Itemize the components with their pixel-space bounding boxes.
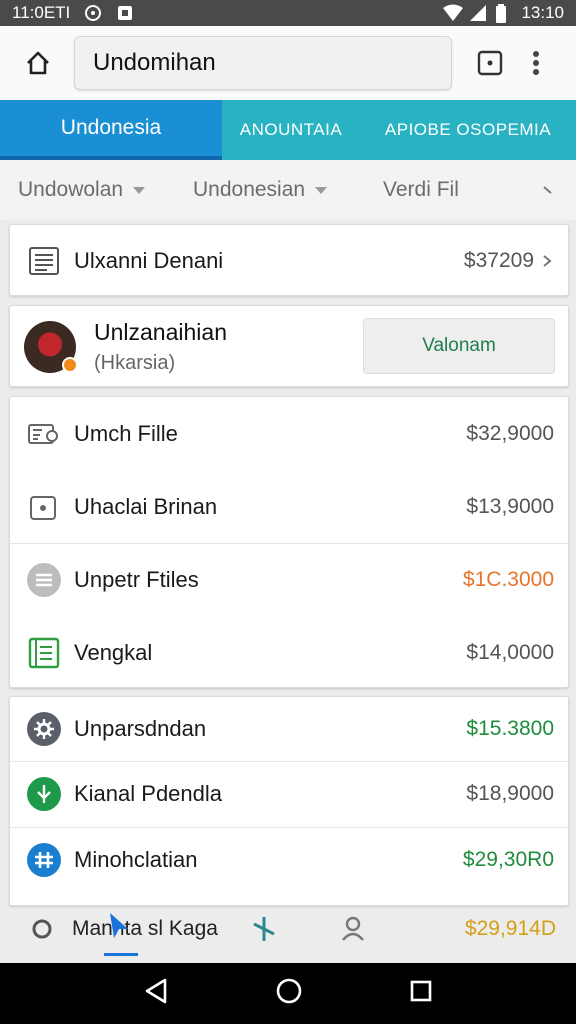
profile-name: Unlzanaihian [94, 319, 227, 345]
battery-icon [495, 4, 513, 23]
profile-card: Unlzanaihian (Hkarsia) Valonam [9, 305, 569, 387]
bottom-nav: Manhta sl Kaga $29,914D [0, 895, 576, 963]
back-icon [145, 978, 167, 1004]
system-nav-bar [0, 963, 576, 1024]
item-amount: $29,30R0 [462, 848, 554, 871]
recents-icon [410, 980, 432, 1002]
more-vertical-icon [533, 51, 539, 75]
stack-icon [26, 562, 62, 598]
status-bar: 11:0ETI 13:10 [0, 0, 576, 26]
item-amount: $18,9000 [466, 782, 554, 805]
url-text: Undomihan [93, 49, 216, 76]
clock: 13:10 [521, 3, 564, 22]
profile-action-button[interactable]: Valonam [363, 318, 555, 374]
filter-label: Undowolan [18, 178, 124, 201]
signal-icon [469, 4, 487, 22]
notification-icon [116, 4, 134, 22]
active-indicator [104, 953, 138, 956]
item-label: Unpetr Ftiles [74, 566, 199, 592]
list-card-1: Umch Fille $32,9000 Uhaclai Brinan $13,9… [9, 396, 570, 689]
list-item[interactable]: Unpetr Ftiles $1C.3000 [10, 543, 570, 616]
filter-dropdown-1[interactable]: Undowolan [18, 178, 193, 202]
summary-row[interactable]: Ulxanni Denani $37209 [10, 225, 570, 297]
camera-icon [26, 489, 62, 525]
tab-switcher-icon [477, 50, 503, 76]
sparkle-icon [253, 917, 275, 941]
summary-amount: $37209 [463, 249, 534, 272]
back-button[interactable] [143, 977, 169, 1010]
leaf-icon [26, 776, 62, 812]
tab-bar: Undonesia ANOUNTAIA APIOBE OSOPEMIA [0, 100, 576, 160]
item-label: Vengkal [74, 639, 153, 665]
browser-toolbar: Undomihan [0, 26, 576, 100]
gear-icon [26, 711, 62, 747]
gear-icon [32, 919, 52, 939]
item-label: Unparsdndan [74, 716, 207, 741]
home-button[interactable] [18, 43, 58, 83]
item-label: Minohclatian [74, 847, 198, 872]
id-card-icon [26, 416, 62, 452]
grid-icon [26, 842, 62, 878]
tab-label: Undonesia [60, 116, 162, 139]
collapse-button[interactable] [538, 180, 558, 200]
nav-settings[interactable] [20, 916, 64, 942]
item-amount: $1C.3000 [462, 567, 554, 591]
item-label: Uhaclai Brinan [74, 493, 218, 519]
filter-dropdown-2[interactable]: Undonesian [193, 178, 383, 202]
url-bar[interactable]: Undomihan [74, 36, 452, 90]
filter-label: Verdi Fil [383, 178, 459, 201]
ledger-icon [26, 635, 62, 671]
profile-subtitle: (Hkarsia) [94, 352, 176, 374]
list-item[interactable]: Kianal Pdendla $18,9000 [10, 761, 570, 827]
chevron-icon [543, 186, 552, 194]
tab-label: APIOBE OSOPEMIA [384, 120, 552, 139]
filter-link[interactable]: Verdi Fil [383, 178, 513, 202]
chevron-right-icon [543, 255, 552, 267]
item-amount: $14,0000 [466, 640, 554, 664]
nav-partial-label: Manhta sl Kaga [72, 917, 218, 940]
tab-anountaia[interactable]: ANOUNTAIA [222, 100, 360, 160]
caret-down-icon [133, 186, 146, 194]
home-nav-button[interactable] [275, 977, 303, 1010]
recents-button[interactable] [409, 979, 433, 1008]
tab-undonesia[interactable]: Undonesia [0, 100, 222, 160]
overflow-menu-button[interactable] [524, 43, 548, 83]
person-icon [342, 916, 364, 941]
nav-profile[interactable] [294, 914, 414, 944]
item-label: Kianal Pdendla [74, 781, 223, 806]
document-icon [26, 243, 62, 279]
sync-icon [84, 4, 102, 22]
cursor-icon [110, 913, 128, 938]
avatar[interactable] [24, 321, 78, 373]
circle-home-icon [276, 978, 302, 1004]
tab-switcher-button[interactable] [474, 47, 506, 79]
tab-apiobe[interactable]: APIOBE OSOPEMIA [360, 100, 576, 160]
list-item[interactable]: Vengkal $14,0000 [10, 616, 570, 689]
wifi-icon [443, 4, 464, 22]
status-badge [62, 357, 78, 373]
item-label: Umch Fille [74, 420, 178, 446]
nav-amount[interactable]: $29,914D [465, 917, 556, 941]
list-item[interactable]: Umch Fille $32,9000 [10, 397, 570, 470]
list-item[interactable]: Uhaclai Brinan $13,9000 [10, 470, 570, 543]
home-icon [27, 51, 49, 75]
nav-home[interactable]: Manhta sl Kaga [64, 913, 234, 956]
nav-partial-amount: $29,914D [464, 917, 556, 940]
list-item[interactable]: Minohclatian $29,30R0 [10, 827, 570, 893]
summary-label: Ulxanni Denani [74, 248, 224, 273]
caret-down-icon [315, 186, 328, 194]
status-left-text: 11:0ETI [12, 3, 71, 22]
item-amount: $32,9000 [466, 421, 554, 445]
item-amount: $15.3800 [466, 717, 554, 740]
filter-bar: Undowolan Undonesian Verdi Fil [0, 160, 576, 220]
nav-explore[interactable] [234, 914, 294, 944]
list-card-2: Unparsdndan $15.3800 Kianal Pdendla $18,… [9, 696, 570, 906]
filter-label: Undonesian [193, 178, 306, 201]
list-item[interactable]: Unparsdndan $15.3800 [10, 697, 570, 761]
item-amount: $13,9000 [466, 494, 554, 518]
summary-card[interactable]: Ulxanni Denani $37209 [9, 224, 569, 296]
tab-label: ANOUNTAIA [239, 120, 343, 139]
